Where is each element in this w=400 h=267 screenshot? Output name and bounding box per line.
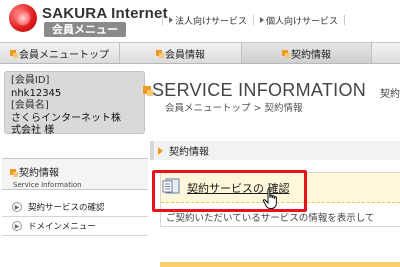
next-section-bar (160, 262, 400, 267)
divider (344, 15, 346, 25)
circle-arrow-icon: ▶ (12, 202, 22, 212)
orange-square-icon (10, 168, 18, 177)
triangle-bullet-icon (158, 146, 163, 155)
sidebar-section-header: 契約情報 Service Information (2, 158, 148, 190)
section-header-label: 契約情報 (169, 147, 209, 158)
page-title: SERVICE INFORMATION (152, 80, 367, 100)
member-info-box: [会員ID] nhk12345 [会員名] さくらインターネット株 式会社 様 (4, 71, 145, 136)
sidebar-item-label: ドメインメニュー (28, 222, 96, 232)
section-header: 契約情報 (150, 141, 400, 160)
member-id-value: nhk12345 (11, 87, 62, 99)
corporate-services-link[interactable]: 法人向けサービス (169, 14, 247, 27)
title-marker-icon (143, 86, 153, 96)
corporate-services-label: 法人向けサービス (175, 16, 248, 27)
tab-label: 契約情報 (291, 49, 331, 61)
divider (253, 15, 255, 25)
header: SAKURA Internet 会員メニュー 法人向けサービス 個人向けサービス (0, 0, 400, 42)
sidebar-item-contract-service-check[interactable]: ▶ 契約サービスの確認 (2, 198, 148, 217)
orange-square-icon (156, 50, 164, 58)
member-name-value-line1: さくらインターネット株 (11, 112, 121, 124)
sidebar-title-text: 契約情報 (19, 168, 59, 179)
tab-label: 会員メニュートップ (19, 49, 109, 61)
divider (162, 15, 163, 25)
brand-sub-label: 会員メニュー (44, 22, 126, 37)
orange-square-icon (10, 50, 18, 58)
sakura-logo-icon[interactable] (9, 4, 37, 32)
utility-links: 法人向けサービス 個人向けサービス (162, 13, 400, 27)
member-name-label: [会員名] (11, 100, 49, 111)
brand-name[interactable]: SAKURA Internet (42, 5, 168, 22)
breadcrumb: 会員メニュートップ > 契約情報 (165, 103, 303, 114)
tab-contract-info[interactable]: 契約情報 (242, 43, 372, 63)
personal-services-label: 個人向けサービス (266, 16, 339, 27)
global-nav: 会員メニュートップ 会員情報 契約情報 (0, 42, 400, 64)
sidebar-item-label: 契約サービスの確認 (28, 203, 105, 213)
tab-label: 会員情報 (165, 49, 205, 61)
hand-cursor-icon (262, 188, 277, 209)
arrow-right-icon (169, 17, 173, 23)
sidebar-section-title: 契約情報 (10, 164, 148, 179)
tab-member-top[interactable]: 会員メニュートップ (0, 43, 120, 63)
orange-square-icon (282, 50, 290, 58)
page-title-right: 契約 (380, 89, 400, 100)
member-id-label: [会員ID] (11, 75, 50, 86)
tab-extra[interactable] (372, 43, 400, 63)
sidebar-section-subtitle: Service Information (13, 181, 82, 189)
arrow-right-icon (260, 17, 265, 23)
tab-member-info[interactable]: 会員情報 (120, 43, 242, 63)
sidebar-item-domain-menu[interactable]: ▶ ドメインメニュー (2, 217, 148, 236)
card-description: ご契約いただいているサービスの情報を表示して (166, 213, 375, 224)
circle-arrow-icon: ▶ (12, 221, 22, 231)
personal-services-link[interactable]: 個人向けサービス (260, 14, 338, 27)
highlight-box (152, 170, 307, 212)
member-name-value-line2: 式会社 様 (11, 125, 55, 136)
